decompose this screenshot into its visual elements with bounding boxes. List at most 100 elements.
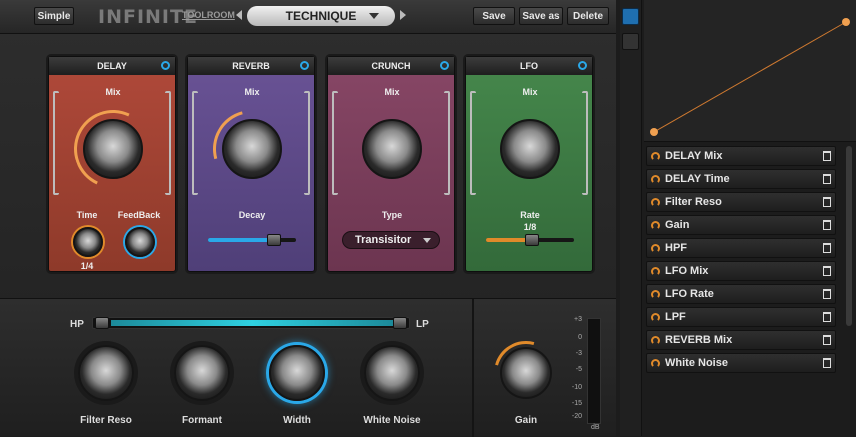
- trash-icon[interactable]: [823, 220, 831, 230]
- top-toolbar: Simple INFINITE TOOLROOM TECHNIQUE Save …: [0, 0, 616, 34]
- preset-name: TECHNIQUE: [285, 9, 357, 23]
- power-icon[interactable]: [578, 61, 587, 70]
- rate-value: 1/8: [523, 222, 537, 232]
- white-noise-knob[interactable]: [364, 345, 420, 401]
- rail-left: [470, 91, 476, 195]
- power-icon[interactable]: [440, 61, 449, 70]
- lfo-mix-knob[interactable]: [500, 119, 560, 179]
- envelope-start-point[interactable]: [650, 128, 658, 136]
- db-unit: dB: [591, 424, 600, 431]
- trash-icon[interactable]: [823, 312, 831, 322]
- simple-button[interactable]: Simple: [34, 7, 74, 25]
- trash-icon[interactable]: [823, 266, 831, 276]
- rate-label: Rate: [520, 210, 540, 220]
- list-item[interactable]: LFO Rate: [646, 284, 836, 304]
- curve-icon[interactable]: [622, 8, 639, 25]
- knob-icon: [651, 290, 660, 299]
- crunch-mix-knob[interactable]: [362, 119, 422, 179]
- list-item[interactable]: White Noise: [646, 353, 836, 373]
- filter-range-slider[interactable]: [92, 317, 410, 329]
- rail-left: [53, 91, 59, 195]
- reverb-header: REVERB: [188, 57, 314, 75]
- trash-icon[interactable]: [823, 243, 831, 253]
- knob-icon: [651, 267, 660, 276]
- filter-reso-label: Filter Reso: [80, 415, 132, 426]
- envelope-end-point[interactable]: [842, 18, 850, 26]
- list-item-label: White Noise: [665, 357, 728, 369]
- list-item[interactable]: DELAY Mix: [646, 146, 836, 166]
- knob-icon: [651, 336, 660, 345]
- list-item-label: REVERB Mix: [665, 334, 733, 346]
- gain-knob[interactable]: [500, 347, 552, 399]
- delay-header: DELAY: [49, 57, 175, 75]
- list-item-label: LPF: [665, 311, 686, 323]
- rail-left: [332, 91, 338, 195]
- reverb-mix-knob[interactable]: [222, 119, 282, 179]
- gain-label: Gain: [514, 415, 538, 426]
- delay-feedback-knob[interactable]: [125, 227, 155, 257]
- main-panel: Simple INFINITE TOOLROOM TECHNIQUE Save …: [0, 0, 616, 437]
- prev-preset-icon[interactable]: [236, 10, 242, 20]
- delete-button[interactable]: Delete: [567, 7, 609, 25]
- divider: [472, 299, 474, 437]
- decay-fill: [208, 238, 272, 242]
- scale-tick: 0: [578, 334, 582, 341]
- list-item-label: DELAY Mix: [665, 150, 723, 162]
- delay-mix-knob[interactable]: [83, 119, 143, 179]
- trash-icon[interactable]: [823, 197, 831, 207]
- trash-icon[interactable]: [823, 289, 831, 299]
- list-item[interactable]: Gain: [646, 215, 836, 235]
- width-knob[interactable]: [269, 345, 325, 401]
- rail-right: [582, 91, 588, 195]
- headphones-icon[interactable]: [622, 33, 639, 50]
- list-item[interactable]: REVERB Mix: [646, 330, 836, 350]
- decay-label: Decay: [238, 210, 266, 220]
- lp-thumb[interactable]: [393, 317, 407, 329]
- chevron-down-icon: [423, 238, 431, 243]
- hp-thumb[interactable]: [95, 317, 109, 329]
- filter-range-fill: [111, 320, 393, 326]
- list-item-label: HPF: [665, 242, 687, 254]
- list-scrollbar[interactable]: [846, 146, 852, 326]
- save-button[interactable]: Save: [473, 7, 515, 25]
- list-item[interactable]: Filter Reso: [646, 192, 836, 212]
- trash-icon[interactable]: [823, 358, 831, 368]
- knob-icon: [651, 244, 660, 253]
- list-item[interactable]: DELAY Time: [646, 169, 836, 189]
- delay-title: DELAY: [97, 61, 127, 71]
- scale-tick: -20: [571, 413, 582, 420]
- envelope-line: [653, 21, 847, 133]
- trash-icon[interactable]: [823, 335, 831, 345]
- formant-knob[interactable]: [174, 345, 230, 401]
- brand-link[interactable]: TOOLROOM: [182, 10, 235, 20]
- rate-fill: [486, 238, 530, 242]
- scale-tick: -5: [575, 366, 582, 373]
- list-item[interactable]: HPF: [646, 238, 836, 258]
- crunch-module: CRUNCH Mix Type Transisitor: [327, 56, 455, 272]
- decay-slider-thumb[interactable]: [267, 234, 281, 246]
- save-as-button[interactable]: Save as: [519, 7, 563, 25]
- delay-time-knob[interactable]: [73, 227, 103, 257]
- lp-label: LP: [416, 319, 429, 330]
- power-icon[interactable]: [300, 61, 309, 70]
- envelope-svg: [650, 18, 850, 136]
- scale-tick: -3: [575, 350, 582, 357]
- rail-right: [165, 91, 171, 195]
- modulation-graph[interactable]: [644, 0, 856, 142]
- decay-slider[interactable]: [208, 238, 296, 242]
- knob-icon: [651, 198, 660, 207]
- knob-icon: [651, 152, 660, 161]
- feedback-label: FeedBack: [117, 210, 161, 220]
- list-item[interactable]: LFO Mix: [646, 261, 836, 281]
- trash-icon[interactable]: [823, 151, 831, 161]
- next-preset-icon[interactable]: [400, 10, 406, 20]
- list-item[interactable]: LPF: [646, 307, 836, 327]
- type-dropdown[interactable]: Transisitor: [342, 231, 440, 249]
- preset-selector[interactable]: TECHNIQUE: [247, 6, 395, 26]
- type-value: Transisitor: [355, 234, 412, 246]
- filter-reso-knob[interactable]: [78, 345, 134, 401]
- mix-label: Mix: [522, 87, 538, 97]
- trash-icon[interactable]: [823, 174, 831, 184]
- power-icon[interactable]: [161, 61, 170, 70]
- rate-slider-thumb[interactable]: [525, 234, 539, 246]
